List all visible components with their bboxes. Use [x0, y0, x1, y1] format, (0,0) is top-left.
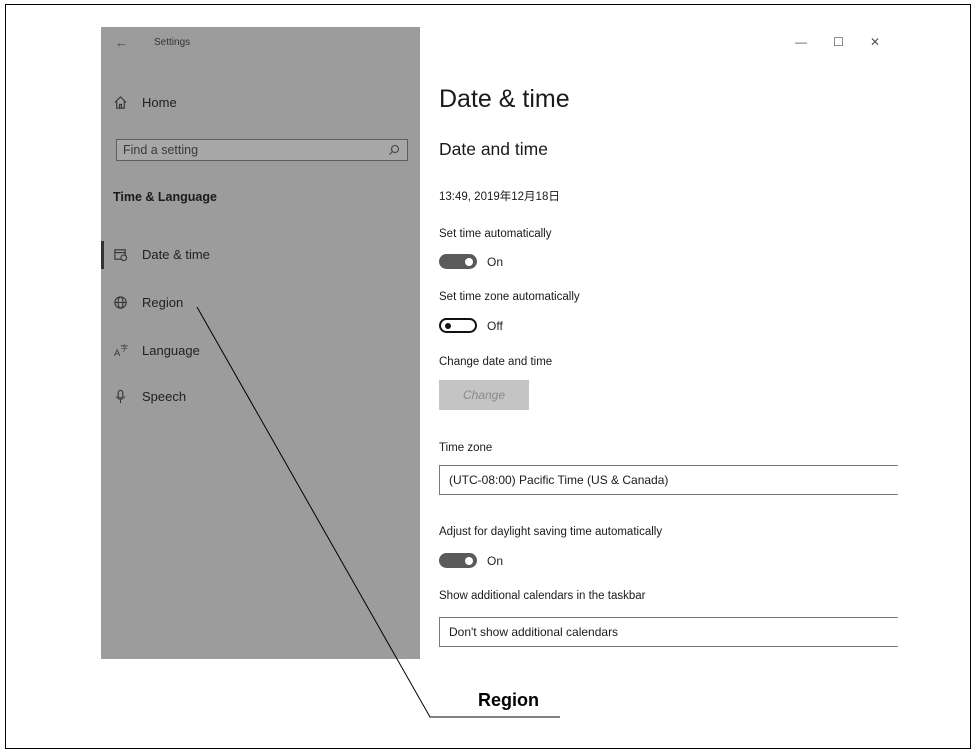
callout-label: Region — [478, 690, 539, 710]
callout-leader-line — [196, 306, 560, 718]
